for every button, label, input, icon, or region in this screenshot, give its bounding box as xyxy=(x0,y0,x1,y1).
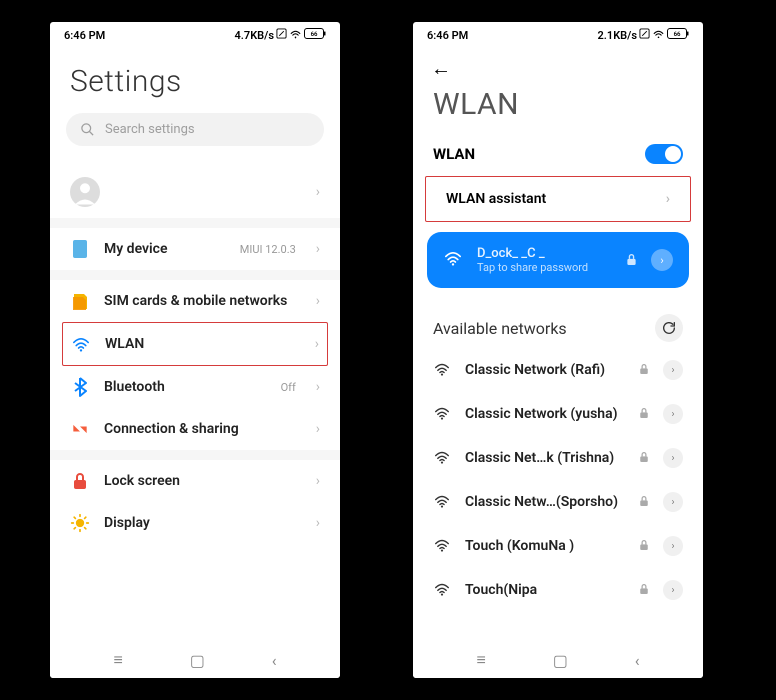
nav-menu-icon[interactable]: ≡ xyxy=(476,650,485,670)
status-time: 6:46 PM xyxy=(64,29,105,42)
chevron-right-icon: › xyxy=(315,336,319,352)
page-title: Settings xyxy=(50,46,340,113)
network-row[interactable]: Classic Network (yusha) › xyxy=(413,392,703,436)
refresh-button[interactable] xyxy=(655,314,683,342)
network-name: Classic Net…k (Trishna) xyxy=(465,450,625,466)
chevron-right-icon: › xyxy=(316,421,320,437)
connected-sub: Tap to share password xyxy=(477,261,612,274)
wifi-icon xyxy=(433,361,451,380)
device-icon xyxy=(70,239,90,259)
lock-icon xyxy=(639,495,649,510)
wifi-icon xyxy=(289,28,302,42)
network-row[interactable]: Classic Network (Rafi) › xyxy=(413,348,703,392)
lock-row[interactable]: Lock screen › xyxy=(50,460,340,502)
chevron-right-icon: › xyxy=(316,184,320,200)
wifi-icon xyxy=(443,250,463,270)
bluetooth-row[interactable]: Bluetooth Off › xyxy=(50,366,340,408)
my-device-row[interactable]: My device MIUI 12.0.3 › xyxy=(50,228,340,270)
network-detail-button[interactable]: › xyxy=(663,448,683,468)
wlan-highlight: WLAN › xyxy=(62,322,328,366)
lock-icon xyxy=(639,407,649,422)
wifi-icon xyxy=(433,581,451,600)
nav-home-icon[interactable]: ▢ xyxy=(190,651,205,670)
chevron-right-icon: › xyxy=(316,379,320,395)
nav-back-icon[interactable]: ‹ xyxy=(272,651,277,670)
wlan-assistant-highlight: WLAN assistant › xyxy=(425,176,691,222)
lock-icon xyxy=(639,583,649,598)
network-detail-button[interactable]: › xyxy=(663,404,683,424)
network-row[interactable]: Classic Net…k (Trishna) › xyxy=(413,436,703,480)
nav-bar: ≡ ▢ ‹ xyxy=(50,640,340,678)
network-row[interactable]: Classic Netw…(Sporsho) › xyxy=(413,480,703,524)
network-detail-button[interactable]: › xyxy=(663,536,683,556)
status-right: 2.1KB/s 66 xyxy=(598,28,690,42)
nav-menu-icon[interactable]: ≡ xyxy=(113,650,122,670)
connected-name: D_ock_ _C _ xyxy=(477,246,612,261)
wlan-row[interactable]: WLAN › xyxy=(63,323,327,365)
chevron-right-icon: › xyxy=(316,515,320,531)
network-row[interactable]: Touch (KomuNa ) › xyxy=(413,524,703,568)
network-row[interactable]: Touch(Nipa › xyxy=(413,568,703,612)
wlan-screen: 6:46 PM 2.1KB/s 66 ← WLAN WLAN WL xyxy=(413,22,703,678)
wifi-icon xyxy=(433,537,451,556)
network-detail-button[interactable]: › xyxy=(663,492,683,512)
network-name: Classic Network (yusha) xyxy=(465,406,625,422)
back-button[interactable]: ← xyxy=(413,46,703,85)
chevron-right-icon: › xyxy=(316,473,320,489)
network-detail-button[interactable]: › xyxy=(651,249,673,271)
sun-icon xyxy=(70,513,90,533)
lock-icon xyxy=(639,363,649,378)
do-not-disturb-icon xyxy=(639,28,650,42)
status-right: 4.7KB/s 66 xyxy=(235,28,327,42)
settings-screen: 6:46 PM 4.7KB/s 66 Settings Search setti… xyxy=(50,22,340,678)
avatar-icon xyxy=(70,177,100,207)
network-name: Classic Network (Rafi) xyxy=(465,362,625,378)
connection-row[interactable]: Connection & sharing › xyxy=(50,408,340,450)
wifi-icon xyxy=(433,405,451,424)
battery-icon: 66 xyxy=(667,28,689,42)
network-detail-button[interactable]: › xyxy=(663,360,683,380)
chevron-right-icon: › xyxy=(666,191,670,207)
network-name: Classic Netw…(Sporsho) xyxy=(465,494,625,510)
chevron-right-icon: › xyxy=(316,241,320,257)
wifi-icon xyxy=(71,334,91,354)
lock-icon xyxy=(639,451,649,466)
wlan-assistant-row[interactable]: WLAN assistant › xyxy=(426,177,690,221)
lock-icon xyxy=(626,251,637,270)
svg-text:66: 66 xyxy=(674,31,681,38)
wifi-icon xyxy=(433,449,451,468)
lock-icon xyxy=(70,471,90,491)
connected-network-card[interactable]: D_ock_ _C _ Tap to share password › xyxy=(427,232,689,288)
battery-icon: 66 xyxy=(304,28,326,42)
sim-icon xyxy=(70,291,90,311)
wifi-icon xyxy=(433,493,451,512)
search-input[interactable]: Search settings xyxy=(66,113,324,146)
lock-icon xyxy=(639,539,649,554)
chevron-right-icon: › xyxy=(316,293,320,309)
wlan-toggle-row[interactable]: WLAN xyxy=(413,136,703,176)
network-name: Touch(Nipa xyxy=(465,582,625,598)
status-bar: 6:46 PM 2.1KB/s 66 xyxy=(413,22,703,46)
account-row[interactable]: › xyxy=(50,166,340,218)
do-not-disturb-icon xyxy=(276,28,287,42)
page-title: WLAN xyxy=(413,85,703,136)
nav-bar: ≡ ▢ ‹ xyxy=(413,640,703,678)
network-name: Touch (KomuNa ) xyxy=(465,538,625,554)
status-bar: 6:46 PM 4.7KB/s 66 xyxy=(50,22,340,46)
svg-text:66: 66 xyxy=(311,31,318,38)
connection-icon xyxy=(70,419,90,439)
nav-home-icon[interactable]: ▢ xyxy=(553,651,568,670)
wlan-toggle[interactable] xyxy=(645,144,683,164)
status-time: 6:46 PM xyxy=(427,29,468,42)
display-row[interactable]: Display › xyxy=(50,502,340,544)
search-icon xyxy=(80,122,95,137)
bluetooth-icon xyxy=(70,377,90,397)
available-networks-header: Available networks xyxy=(413,298,703,348)
nav-back-icon[interactable]: ‹ xyxy=(635,651,640,670)
sim-row[interactable]: SIM cards & mobile networks › xyxy=(50,280,340,322)
wifi-icon xyxy=(652,28,665,42)
network-detail-button[interactable]: › xyxy=(663,580,683,600)
